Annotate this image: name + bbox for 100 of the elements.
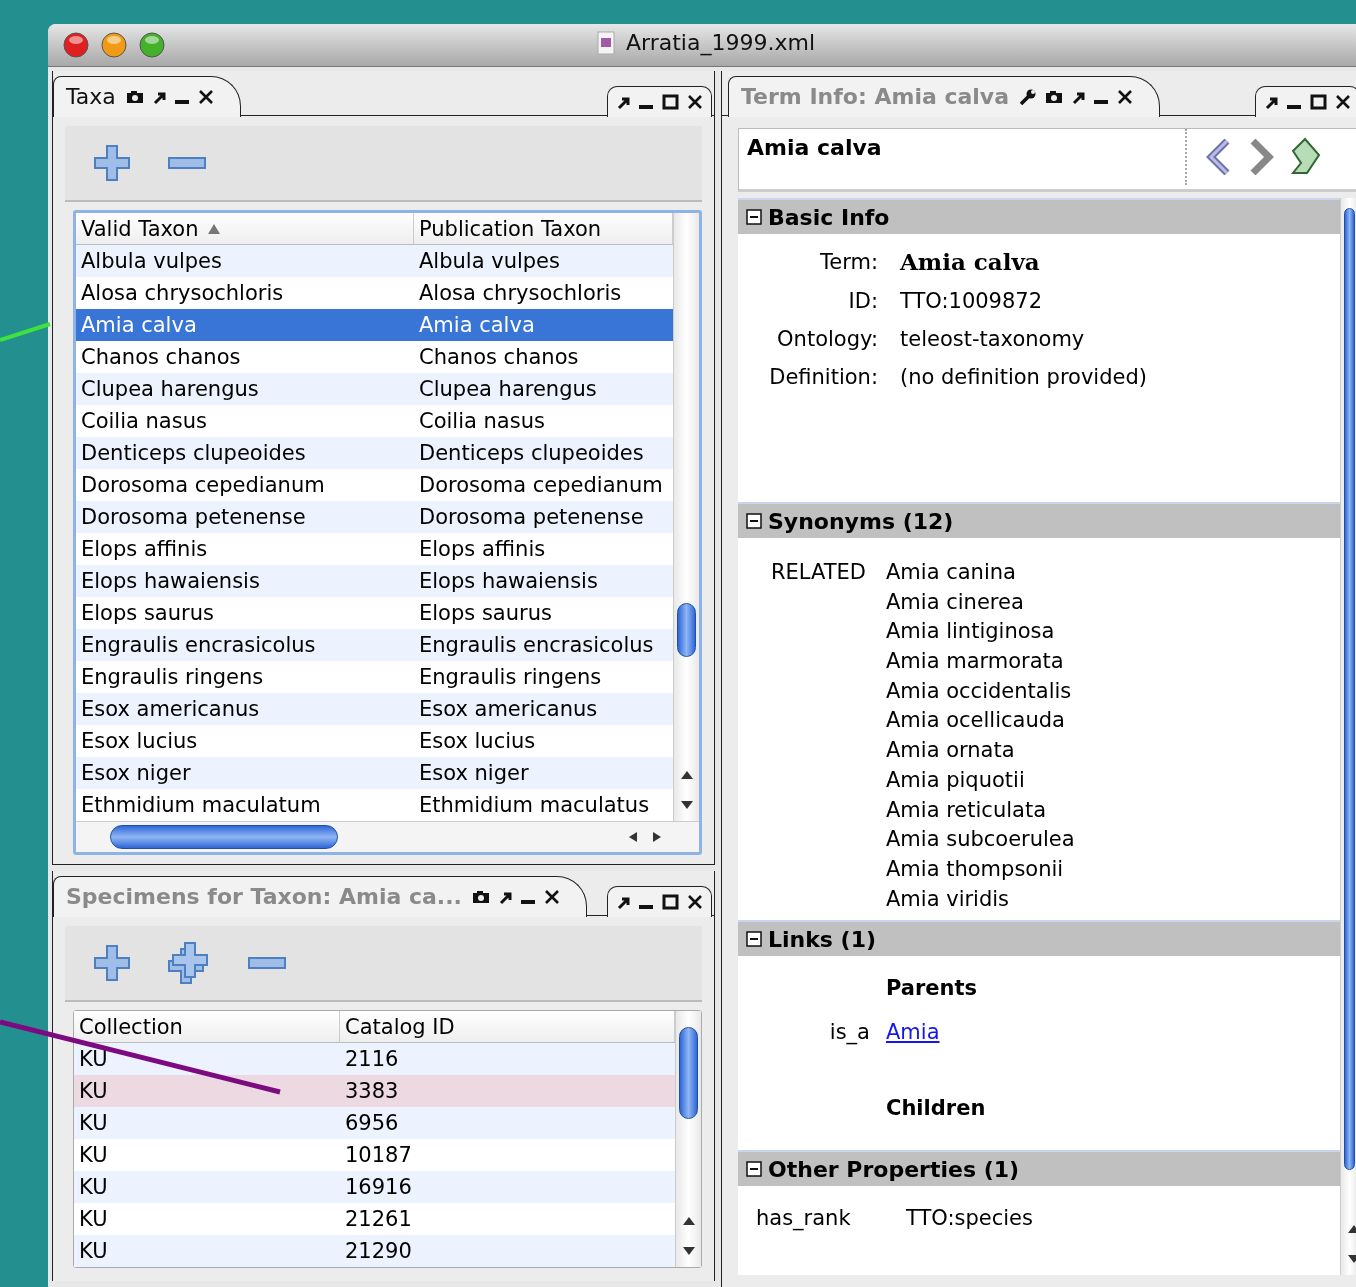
table-cell[interactable]: Engraulis encrasicolus — [414, 629, 673, 661]
table-cell[interactable]: Clupea harengus — [414, 373, 673, 405]
table-cell[interactable]: Elops saurus — [414, 597, 673, 629]
synonym-name: Amia ocellicauda — [886, 708, 1066, 735]
scroll-thumb[interactable] — [677, 603, 696, 657]
table-cell[interactable]: Esox lucius — [76, 725, 414, 757]
table-cell[interactable]: 21261 — [340, 1203, 675, 1235]
table-cell[interactable]: 3383 — [340, 1075, 675, 1107]
field-label: Term: — [819, 249, 878, 274]
table-cell[interactable]: Albula vulpes — [76, 245, 414, 277]
table-cell[interactable]: Amia calva — [414, 309, 673, 341]
table-cell[interactable]: Engraulis ringens — [414, 661, 673, 693]
table-cell[interactable]: Denticeps clupeoides — [414, 437, 673, 469]
table-cell[interactable]: Engraulis encrasicolus — [76, 629, 414, 661]
zoom-button[interactable] — [138, 31, 166, 59]
table-cell[interactable]: Engraulis ringens — [76, 661, 414, 693]
section-header[interactable]: Links (1) — [738, 920, 1340, 956]
table-cell[interactable]: Alosa chrysochloris — [414, 277, 673, 309]
table-cell[interactable]: KU — [74, 1203, 340, 1235]
table-cell[interactable]: Esox lucius — [414, 725, 673, 757]
synonym-name: Amia marmorata — [886, 649, 1065, 676]
close-icon[interactable] — [687, 93, 703, 110]
duplicate-icon[interactable] — [167, 941, 211, 985]
close-button[interactable] — [62, 31, 90, 59]
table-cell[interactable]: Elops hawaiensis — [414, 565, 673, 597]
minus-icon[interactable] — [247, 956, 287, 970]
section-header[interactable]: Basic Info — [738, 198, 1340, 234]
table-cell[interactable]: Chanos chanos — [76, 341, 414, 373]
collapse-icon[interactable] — [746, 931, 762, 947]
synonym-name: Amia lintiginosa — [886, 619, 1056, 646]
column-header[interactable]: Collection — [74, 1011, 340, 1043]
table-cell[interactable]: KU — [74, 1043, 340, 1075]
section-header[interactable]: Synonyms (12) — [738, 502, 1340, 538]
table-cell[interactable]: KU — [74, 1171, 340, 1203]
table-cell[interactable]: KU — [74, 1235, 340, 1267]
table-cell[interactable]: Coilia nasus — [76, 405, 414, 437]
table-cell[interactable]: Esox niger — [414, 757, 673, 789]
table-cell[interactable]: Esox niger — [76, 757, 414, 789]
column-header[interactable]: Catalog ID — [340, 1011, 675, 1043]
vertical-scrollbar[interactable] — [675, 1011, 701, 1267]
table-cell[interactable]: Albula vulpes — [414, 245, 673, 277]
table-cell[interactable]: Elops affinis — [414, 533, 673, 565]
table-cell[interactable]: Elops saurus — [76, 597, 414, 629]
wrench-icon[interactable] — [1019, 88, 1038, 105]
table-cell[interactable]: Dorosoma petenense — [414, 501, 673, 533]
table-cell[interactable]: Alosa chrysochloris — [76, 277, 414, 309]
table-cell[interactable]: Elops affinis — [76, 533, 414, 565]
table-cell[interactable]: 21290 — [340, 1235, 675, 1267]
panel-tab[interactable]: Taxa — [53, 75, 241, 117]
maximize-icon[interactable] — [1310, 93, 1327, 110]
minus-icon[interactable] — [167, 156, 207, 170]
synonym-name: Amia cinerea — [886, 589, 1025, 616]
camera-icon[interactable] — [471, 888, 490, 905]
camera-icon[interactable] — [1045, 88, 1064, 105]
collapse-icon[interactable] — [746, 513, 762, 529]
close-icon[interactable] — [197, 88, 214, 105]
horizontal-scrollbar[interactable] — [76, 821, 699, 852]
minimize-button[interactable] — [100, 31, 128, 59]
table-cell[interactable]: KU — [74, 1075, 340, 1107]
table-cell[interactable]: Amia calva — [76, 309, 414, 341]
scroll-thumb[interactable] — [679, 1027, 698, 1119]
table-cell[interactable]: Dorosoma petenense — [76, 501, 414, 533]
close-icon[interactable] — [543, 888, 560, 905]
table-cell[interactable]: Dorosoma cepedianum — [414, 469, 673, 501]
maximize-icon[interactable] — [662, 93, 679, 110]
table-cell[interactable]: Ethmidium maculatum — [76, 789, 414, 821]
table-cell[interactable]: Denticeps clupeoides — [76, 437, 414, 469]
table-cell[interactable]: KU — [74, 1107, 340, 1139]
maximize-icon[interactable] — [662, 893, 679, 910]
camera-icon[interactable] — [125, 88, 144, 105]
collapse-icon[interactable] — [746, 1161, 762, 1177]
table-cell[interactable]: Ethmidium maculatus — [414, 789, 673, 821]
arrow-icon[interactable] — [1289, 137, 1323, 177]
add-icon[interactable] — [93, 944, 131, 982]
table-cell[interactable]: 6956 — [340, 1107, 675, 1139]
close-icon[interactable] — [687, 893, 703, 910]
add-icon[interactable] — [93, 144, 131, 182]
table-cell[interactable]: 10187 — [340, 1139, 675, 1171]
table-cell[interactable]: Elops hawaiensis — [76, 565, 414, 597]
section-header[interactable]: Other Properties (1) — [738, 1150, 1340, 1186]
table-cell[interactable]: Chanos chanos — [414, 341, 673, 373]
vertical-scrollbar[interactable] — [673, 213, 699, 821]
column-header[interactable]: Valid Taxon — [76, 213, 414, 245]
term-link[interactable]: Amia — [886, 1020, 940, 1044]
collapse-icon[interactable] — [746, 209, 762, 225]
table-cell[interactable]: 2116 — [340, 1043, 675, 1075]
table-cell[interactable]: Clupea harengus — [76, 373, 414, 405]
table-cell[interactable]: Esox americanus — [414, 693, 673, 725]
table-cell[interactable]: Coilia nasus — [414, 405, 673, 437]
column-header[interactable]: Publication Taxon — [414, 213, 673, 245]
scroll-thumb[interactable] — [1344, 208, 1355, 1170]
table-cell[interactable]: 16916 — [340, 1171, 675, 1203]
field-value: teleost-taxonomy — [900, 327, 1086, 351]
close-icon[interactable] — [1335, 93, 1351, 110]
table-cell[interactable]: KU — [74, 1139, 340, 1171]
table-cell[interactable]: Esox americanus — [76, 693, 414, 725]
table-cell[interactable]: Dorosoma cepedianum — [76, 469, 414, 501]
vertical-scrollbar[interactable] — [1340, 198, 1356, 1275]
close-icon[interactable] — [1117, 88, 1134, 105]
synonym-name: Amia viridis — [886, 886, 1011, 913]
